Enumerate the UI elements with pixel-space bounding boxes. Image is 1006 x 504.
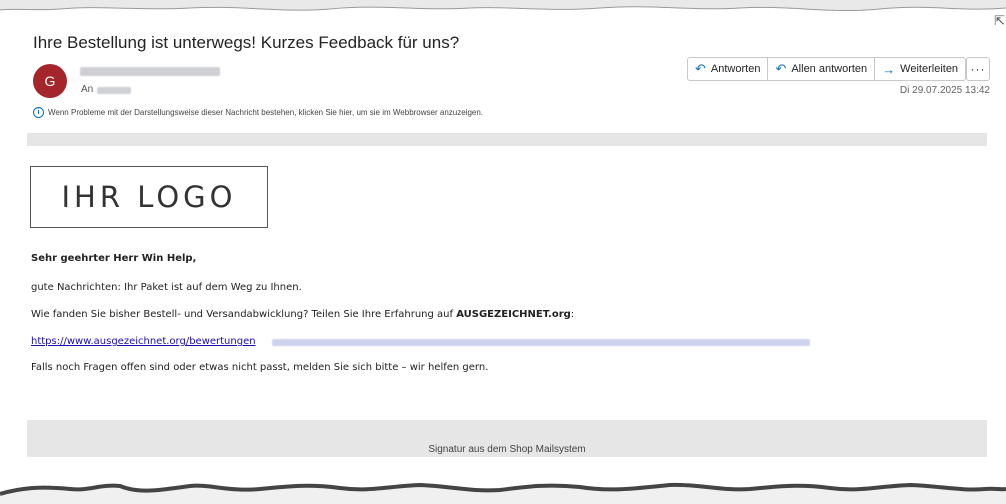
review-link-redacted[interactable]: [272, 339, 810, 346]
avatar-initial: G: [44, 73, 56, 89]
recipient-label: An: [81, 84, 94, 95]
torn-edge-top: [0, 0, 1006, 12]
email-subject: Ihre Bestellung ist unterwegs! Kurzes Fe…: [33, 33, 460, 52]
reply-all-label: Allen antworten: [791, 63, 868, 75]
line2-suffix: :: [570, 309, 575, 320]
logo-text: IHR LOGO: [61, 180, 237, 214]
reply-button[interactable]: ↶ Antworten: [687, 57, 769, 81]
reply-label: Antworten: [710, 63, 761, 75]
reply-arrow-icon: ↶: [695, 61, 706, 76]
signature-text: Signatur aus dem Shop Mailsystem: [428, 444, 586, 455]
forward-button[interactable]: → Weiterleiten: [875, 57, 967, 81]
review-link[interactable]: https://www.ausgezeichnet.org/bewertunge…: [31, 336, 256, 347]
header-bar: [27, 133, 987, 146]
sender-avatar[interactable]: G: [33, 64, 67, 98]
message-line-2: Wie fanden Sie bisher Bestell- und Versa…: [31, 309, 574, 320]
line2-prefix: Wie fanden Sie bisher Bestell- und Versa…: [31, 309, 457, 320]
reply-all-arrow-icon: ↶: [775, 61, 787, 76]
message-line-1: gute Nachrichten: Ihr Paket ist auf dem …: [31, 282, 302, 293]
received-date: Di 29.07.2025 13:42: [899, 85, 990, 96]
recipient-name-redacted: [97, 87, 131, 94]
shop-logo: IHR LOGO: [30, 166, 268, 228]
message-actions: ↶ Antworten ↶ Allen antworten → Weiterle…: [687, 57, 967, 81]
more-actions-button[interactable]: ···: [966, 57, 990, 81]
info-notice-bar[interactable]: i Wenn Probleme mit der Darstellungsweis…: [33, 107, 483, 118]
signature-bar: Signatur aus dem Shop Mailsystem: [27, 420, 987, 457]
brand-name: AUSGEZEICHNET.org: [456, 309, 571, 320]
greeting: Sehr geehrter Herr Win Help,: [31, 253, 197, 264]
torn-edge-bottom: [0, 482, 1006, 504]
forward-label: Weiterleiten: [900, 63, 959, 75]
reply-all-button[interactable]: ↶ Allen antworten: [768, 57, 876, 81]
message-line-3: Falls noch Fragen offen sind oder etwas …: [31, 362, 489, 373]
sender-name-redacted: [80, 67, 220, 76]
info-notice-text: Wenn Probleme mit der Darstellungsweise …: [48, 108, 484, 117]
mouse-cursor-icon: ⇱: [994, 14, 1005, 29]
info-icon: i: [33, 107, 44, 118]
forward-arrow-icon: →: [882, 61, 896, 77]
